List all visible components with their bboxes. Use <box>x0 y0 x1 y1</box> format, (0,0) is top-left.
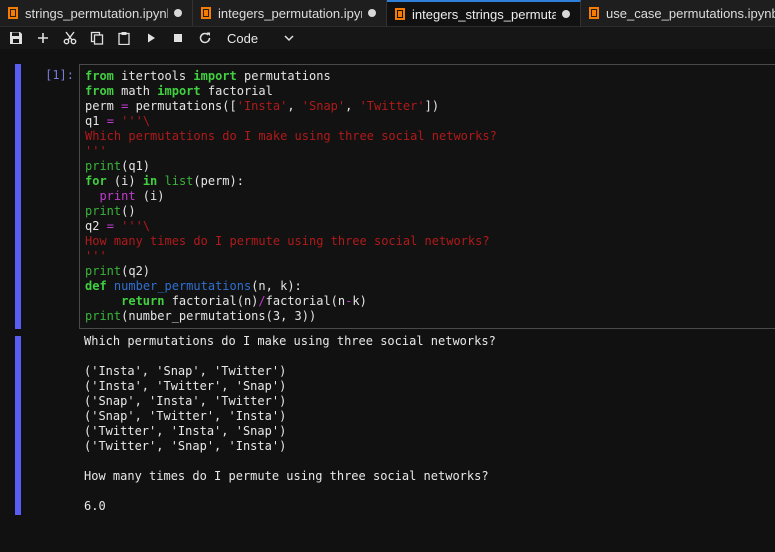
output-line: ('Insta', 'Snap', 'Twitter') <box>84 364 287 378</box>
restart-icon <box>199 32 211 44</box>
tab-integers-permutation[interactable]: integers_permutation.ipynb <box>193 0 387 26</box>
tab-label: integers_permutation.ipynb <box>218 5 362 21</box>
cell-type-dropdown[interactable]: Code <box>223 29 301 47</box>
code-line: q2 = '''\ <box>85 219 151 233</box>
output-collapser[interactable] <box>15 336 21 515</box>
output-line: ('Twitter', 'Snap', 'Insta') <box>84 439 287 453</box>
copy-button[interactable] <box>88 29 106 47</box>
copy-icon <box>90 31 104 45</box>
code-line: print (i) <box>99 189 165 203</box>
code-line: from math import factorial <box>85 84 273 98</box>
unsaved-dot-icon[interactable] <box>562 10 570 18</box>
input-prompt: [1]: <box>45 68 74 82</box>
tab-label: strings_permutation.ipynb <box>25 5 168 21</box>
code-line: def number_permutations(n, k): <box>85 279 302 293</box>
stop-button[interactable] <box>169 29 187 47</box>
code-line: print() <box>85 204 136 218</box>
output-line: How many times do I permute using three … <box>84 469 489 483</box>
notebook-icon <box>201 7 211 19</box>
run-icon <box>148 33 155 43</box>
cell-type-value: Code <box>227 30 259 46</box>
cut-button[interactable] <box>61 29 79 47</box>
output-line: 6.0 <box>84 499 106 513</box>
output-line: ('Snap', 'Insta', 'Twitter') <box>84 394 287 408</box>
code-line: Which permutations do I make using three… <box>85 129 497 143</box>
paste-button[interactable] <box>115 29 133 47</box>
stop-icon <box>174 34 182 42</box>
output-line: Which permutations do I make using three… <box>84 334 496 348</box>
code-line: perm = permutations(['Insta', 'Snap', 'T… <box>85 99 440 113</box>
code-line: ''' <box>85 249 107 263</box>
code-editor[interactable]: from itertools import permutations from … <box>79 64 775 329</box>
output-line: ('Snap', 'Twitter', 'Insta') <box>84 409 287 423</box>
paste-icon <box>118 32 130 45</box>
add-cell-button[interactable] <box>34 29 52 47</box>
save-button[interactable] <box>7 29 25 47</box>
code-line: for (i) in list(perm): <box>85 174 244 188</box>
tab-use-case-permutations[interactable]: use_case_permutations.ipynb <box>581 0 775 26</box>
cell-collapser[interactable] <box>15 64 21 329</box>
restart-button[interactable] <box>196 29 214 47</box>
code-line: print(number_permutations(3, 3)) <box>85 309 317 323</box>
cell-output: Which permutations do I make using three… <box>84 334 496 514</box>
code-line: How many times do I permute using three … <box>85 234 490 248</box>
output-line: ('Insta', 'Twitter', 'Snap') <box>84 379 287 393</box>
code-line: return factorial(n)/factorial(n-k) <box>121 294 367 308</box>
tab-label: use_case_permutations.ipynb <box>606 5 775 21</box>
tab-strings-permutation[interactable]: strings_permutation.ipynb <box>0 0 193 26</box>
add-cell-icon <box>38 33 48 43</box>
notebook-icon <box>395 8 405 20</box>
chevron-down-icon <box>284 35 294 42</box>
run-button[interactable] <box>142 29 160 47</box>
code-content: from itertools import permutations from … <box>85 69 497 324</box>
unsaved-dot-icon[interactable] <box>174 9 182 17</box>
output-line: ('Twitter', 'Insta', 'Snap') <box>84 424 287 438</box>
code-line: print(q2) <box>85 264 151 278</box>
code-line: ''' <box>85 144 107 158</box>
cut-icon <box>63 31 77 45</box>
notebook-icon <box>589 7 599 19</box>
code-line: from itertools import permutations <box>85 69 331 83</box>
tab-bar: strings_permutation.ipynb integers_permu… <box>0 0 775 27</box>
code-line: q1 = '''\ <box>85 114 151 128</box>
code-line: print(q1) <box>85 159 151 173</box>
tab-integers-strings-permutation[interactable]: integers_strings_permutation.ipynb <box>387 0 581 26</box>
tab-label: integers_strings_permutation.ipynb <box>412 6 556 22</box>
notebook-toolbar: Code <box>0 27 775 49</box>
notebook-icon <box>8 7 18 19</box>
unsaved-dot-icon[interactable] <box>368 9 376 17</box>
save-icon <box>10 32 22 44</box>
